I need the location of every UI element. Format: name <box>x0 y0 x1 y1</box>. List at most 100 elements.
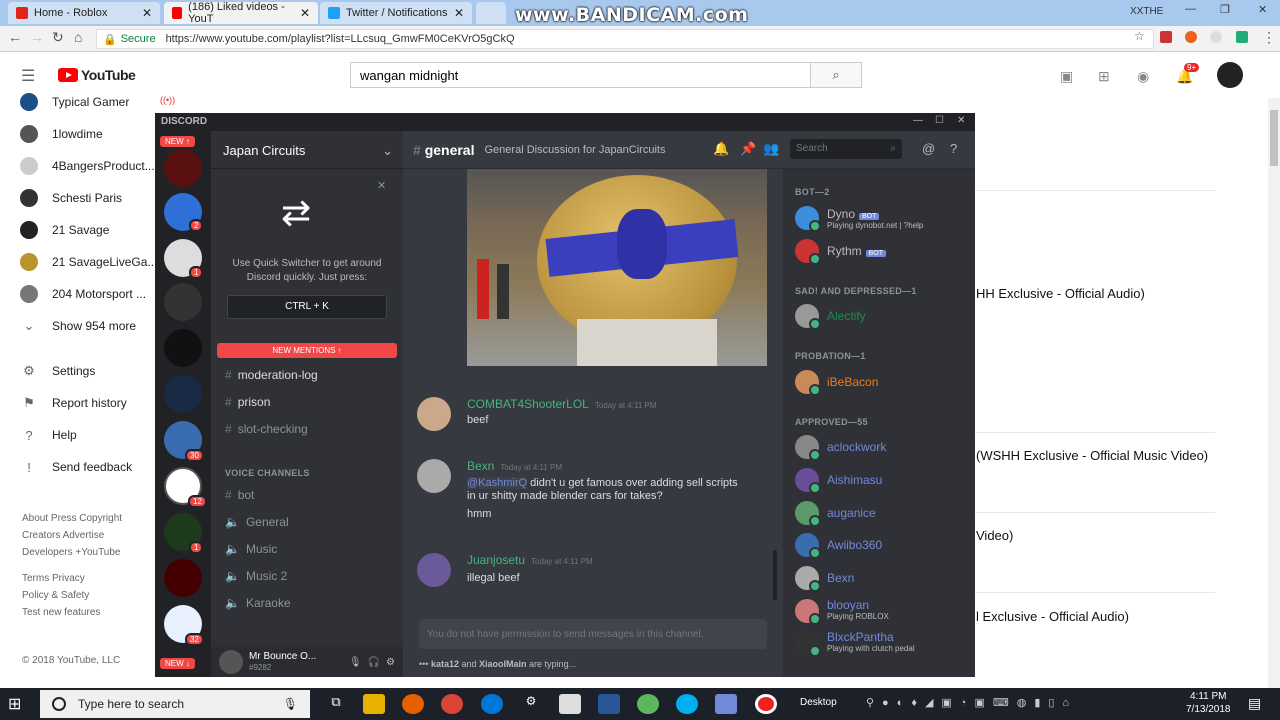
search-input[interactable] <box>350 62 811 88</box>
video-title[interactable]: Video) <box>976 528 1013 543</box>
message-author[interactable]: Bexn Today at 4:11 PM <box>467 459 562 473</box>
tab-youtube[interactable]: (186) Liked videos - YouT ✕ <box>164 1 318 25</box>
headphones-icon[interactable]: 🎧 <box>368 657 380 668</box>
voice-channel-music[interactable]: 🔈 Music <box>225 539 277 559</box>
reload-icon[interactable]: ↻ <box>52 29 64 46</box>
sidebar-item-help[interactable]: ? Help <box>20 424 76 446</box>
taskbar-search[interactable]: Type here to search 🎙 <box>40 690 310 718</box>
tab-twitter[interactable]: Twitter / Notifications ✕ <box>320 2 472 24</box>
gear-icon[interactable]: ⚙ <box>386 657 395 668</box>
bell-icon[interactable]: 🔔 <box>713 141 729 157</box>
help-icon[interactable]: ? <box>950 141 957 156</box>
channel-moderation-log[interactable]: # moderation-log <box>225 365 318 385</box>
discord-icon[interactable] <box>715 694 737 714</box>
video-title[interactable]: HH Exclusive - Official Audio) <box>976 286 1145 301</box>
windows-start-icon[interactable]: ⊞ <box>8 694 28 714</box>
voice-channel-general[interactable]: 🔈 General <box>225 512 289 532</box>
skype-icon[interactable] <box>676 694 698 714</box>
member-item[interactable]: Aishimasu <box>795 466 882 494</box>
calculator-icon[interactable] <box>559 694 581 714</box>
edge-icon[interactable] <box>481 694 503 714</box>
search-input[interactable]: Search ⌕ <box>790 139 902 159</box>
member-item[interactable]: iBeBacon <box>795 368 878 396</box>
avatar[interactable] <box>417 397 451 431</box>
user-mention[interactable]: @KashmirQ <box>467 477 528 489</box>
video-title[interactable]: (WSHH Exclusive - Official Music Video) <box>976 448 1208 463</box>
close-window-icon[interactable]: ✕ <box>1258 3 1267 16</box>
scrollbar[interactable] <box>1268 98 1280 690</box>
omnibox[interactable]: 🔒 Secure https://www.youtube.com/playlis… <box>96 29 1154 49</box>
footer-links[interactable]: Policy & Safety <box>22 590 89 601</box>
hamburger-icon[interactable]: ☰ <box>21 66 35 86</box>
close-icon[interactable]: ✕ <box>377 179 386 192</box>
new-tab-button[interactable] <box>476 2 506 24</box>
menu-icon[interactable]: ⋮ <box>1262 29 1276 46</box>
video-camera-icon[interactable]: ▣ <box>1060 68 1073 85</box>
server-icon[interactable] <box>164 375 202 413</box>
sidebar-item-report-history[interactable]: ⚑ Report history <box>20 392 127 414</box>
firefox-icon[interactable] <box>402 694 424 714</box>
extension-icon[interactable] <box>1236 31 1248 43</box>
avatar[interactable] <box>417 553 451 587</box>
member-item[interactable]: BlxckPantha Playing with clutch pedal <box>795 629 915 657</box>
close-icon[interactable]: ✕ <box>142 6 152 20</box>
app-icon[interactable] <box>637 694 659 714</box>
message-author[interactable]: Juanjosetu Today at 4:11 PM <box>467 553 593 567</box>
notifications-icon[interactable]: ▤ <box>1248 695 1261 712</box>
avatar[interactable] <box>219 650 243 674</box>
task-view-icon[interactable]: ⧉ <box>325 694 347 714</box>
scrollbar-thumb[interactable] <box>773 550 777 600</box>
server-icon[interactable] <box>164 329 202 367</box>
voice-channels-header[interactable]: VOICE CHANNELS <box>225 468 310 478</box>
footer-links[interactable]: Creators Advertise <box>22 530 104 541</box>
new-unread-pill[interactable]: NEW ↑ <box>160 136 195 147</box>
home-icon[interactable]: ⌂ <box>74 29 82 45</box>
member-item[interactable]: Alectify <box>795 302 866 330</box>
member-item[interactable]: Awiibo360 <box>795 531 882 559</box>
footer-links[interactable]: Developers +YouTube <box>22 547 121 558</box>
footer-links[interactable]: Test new features <box>22 607 100 618</box>
star-icon[interactable]: ☆ <box>1134 29 1145 43</box>
close-icon[interactable]: ✕ <box>454 6 464 20</box>
youtube-logo[interactable]: YouTube <box>58 67 136 83</box>
member-item[interactable]: blooyan Playing ROBLOX <box>795 597 889 625</box>
sidebar-item-204-motorsport[interactable]: 204 Motorsport ... <box>20 283 146 305</box>
extension-icon[interactable] <box>1185 31 1197 43</box>
sidebar-item-schesti-paris[interactable]: Schesti Paris <box>20 187 122 209</box>
avatar[interactable] <box>1217 62 1243 88</box>
member-item[interactable]: aclockwork <box>795 433 886 461</box>
channel-bot[interactable]: # bot <box>225 485 254 505</box>
sidebar-item-send-feedback[interactable]: ! Send feedback <box>20 456 132 478</box>
close-icon[interactable]: ✕ <box>300 6 310 20</box>
record-icon[interactable] <box>755 694 777 714</box>
sidebar-item-4bangers[interactable]: 4BangersProduct... <box>20 155 155 177</box>
avatar[interactable] <box>417 459 451 493</box>
close-icon[interactable]: ✕ <box>957 115 965 126</box>
clock[interactable]: 4:11 PM 7/13/2018 <box>1186 690 1231 716</box>
server-name[interactable]: Japan Circuits ⌄ <box>211 131 403 169</box>
voice-channel-music-2[interactable]: 🔈 Music 2 <box>225 566 287 586</box>
footer-links[interactable]: Terms Privacy <box>22 573 85 584</box>
new-mentions-bar[interactable]: NEW MENTIONS ↑ <box>217 343 397 358</box>
members-icon[interactable]: 👥 <box>763 141 779 157</box>
new-unread-pill[interactable]: NEW ↓ <box>160 658 195 669</box>
channel-prison[interactable]: # prison <box>225 392 270 412</box>
server-icon[interactable] <box>164 149 202 187</box>
footer-links[interactable]: About Press Copyright <box>22 513 122 524</box>
back-icon[interactable]: ← <box>8 29 22 45</box>
voice-channel-karaoke[interactable]: 🔈 Karaoke <box>225 593 291 613</box>
file-explorer-icon[interactable] <box>363 694 385 714</box>
extension-icon[interactable] <box>1210 31 1222 43</box>
extension-icon[interactable] <box>1160 31 1172 43</box>
messages-icon[interactable]: ◉ <box>1137 68 1149 85</box>
sidebar-item-21-savage-live[interactable]: 21 SavageLiveGa... <box>20 251 157 273</box>
settings-icon[interactable]: ⚙ <box>520 694 542 714</box>
microphone-icon[interactable]: 🎙 <box>283 697 298 711</box>
server-icon[interactable] <box>164 283 202 321</box>
desktop-toolbar[interactable]: Desktop <box>800 697 837 708</box>
minimize-icon[interactable]: — <box>913 115 923 126</box>
message-input[interactable]: You do not have permission to send messa… <box>419 619 767 649</box>
forward-icon[interactable]: → <box>30 29 44 45</box>
microphone-icon[interactable]: 🎙 <box>349 657 362 668</box>
member-item[interactable]: Bexn <box>795 564 854 592</box>
